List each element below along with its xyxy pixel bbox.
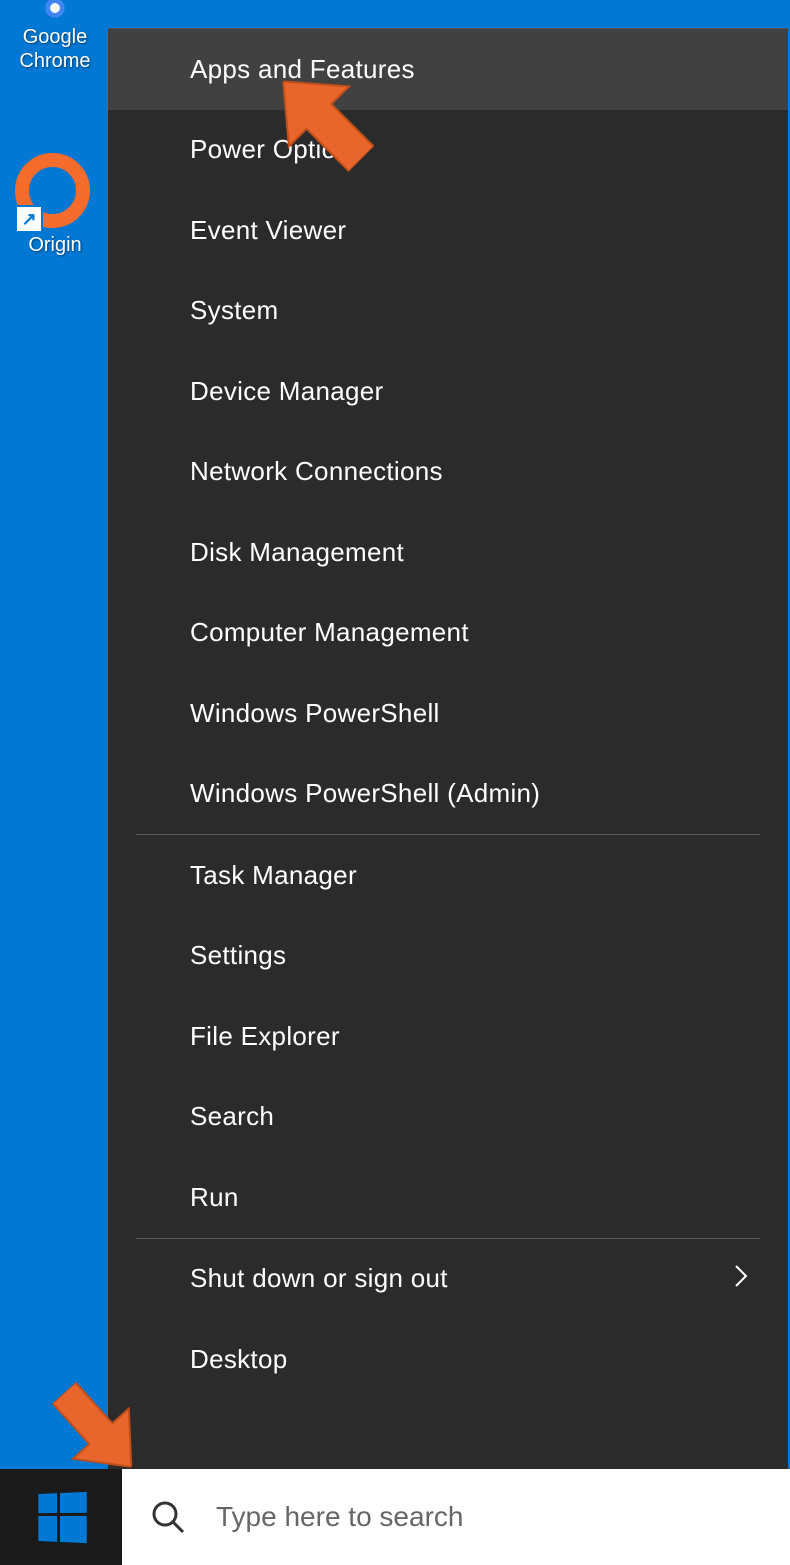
menu-item-label: System <box>190 295 278 326</box>
menu-item-windows-powershell[interactable]: Windows PowerShell <box>108 673 788 754</box>
taskbar: Type here to search <box>0 1469 790 1565</box>
desktop-background: Google Chrome Origin <box>0 0 110 1470</box>
menu-item-label: Disk Management <box>190 537 404 568</box>
menu-item-label: Task Manager <box>190 860 357 891</box>
menu-item-apps-and-features[interactable]: Apps and Features <box>108 29 788 110</box>
menu-item-network-connections[interactable]: Network Connections <box>108 432 788 513</box>
menu-item-system[interactable]: System <box>108 271 788 352</box>
shortcut-overlay-icon <box>15 205 43 233</box>
menu-item-label: Device Manager <box>190 376 384 407</box>
menu-item-label: Settings <box>190 940 286 971</box>
menu-item-windows-powershell-admin[interactable]: Windows PowerShell (Admin) <box>108 754 788 835</box>
menu-item-device-manager[interactable]: Device Manager <box>108 351 788 432</box>
menu-item-disk-management[interactable]: Disk Management <box>108 512 788 593</box>
menu-item-shut-down-or-sign-out[interactable]: Shut down or sign out <box>108 1239 788 1320</box>
windows-logo-icon <box>38 1492 85 1542</box>
menu-item-settings[interactable]: Settings <box>108 916 788 997</box>
menu-item-task-manager[interactable]: Task Manager <box>108 835 788 916</box>
menu-item-label: Power Options <box>190 134 364 165</box>
start-button[interactable] <box>0 1469 122 1565</box>
menu-item-label: Event Viewer <box>190 215 346 246</box>
menu-item-power-options[interactable]: Power Options <box>108 110 788 191</box>
menu-item-label: Windows PowerShell (Admin) <box>190 778 540 809</box>
menu-item-file-explorer[interactable]: File Explorer <box>108 996 788 1077</box>
menu-item-label: Computer Management <box>190 617 469 648</box>
menu-item-label: Shut down or sign out <box>190 1263 448 1294</box>
menu-item-run[interactable]: Run <box>108 1157 788 1238</box>
chrome-icon <box>25 0 85 20</box>
menu-item-label: Windows PowerShell <box>190 698 440 729</box>
menu-item-desktop[interactable]: Desktop <box>108 1319 788 1400</box>
winx-context-menu: Apps and Features Power Options Event Vi… <box>108 28 788 1470</box>
menu-item-computer-management[interactable]: Computer Management <box>108 593 788 674</box>
desktop-icon-label: Google Chrome <box>10 25 100 73</box>
origin-icon <box>15 153 95 233</box>
desktop-icon-label: Origin <box>28 233 81 257</box>
search-placeholder: Type here to search <box>216 1501 463 1533</box>
menu-item-label: File Explorer <box>190 1021 340 1052</box>
menu-item-label: Run <box>190 1182 239 1213</box>
menu-item-event-viewer[interactable]: Event Viewer <box>108 190 788 271</box>
menu-item-label: Apps and Features <box>190 54 415 85</box>
taskbar-search-box[interactable]: Type here to search <box>122 1469 790 1565</box>
menu-item-search[interactable]: Search <box>108 1077 788 1158</box>
search-icon <box>150 1499 186 1535</box>
desktop-icon-origin[interactable]: Origin <box>10 153 100 257</box>
chevron-right-icon <box>734 1264 748 1294</box>
desktop-icon-chrome[interactable]: Google Chrome <box>10 0 100 73</box>
menu-item-label: Search <box>190 1101 274 1132</box>
menu-item-label: Desktop <box>190 1344 287 1375</box>
menu-item-label: Network Connections <box>190 456 443 487</box>
